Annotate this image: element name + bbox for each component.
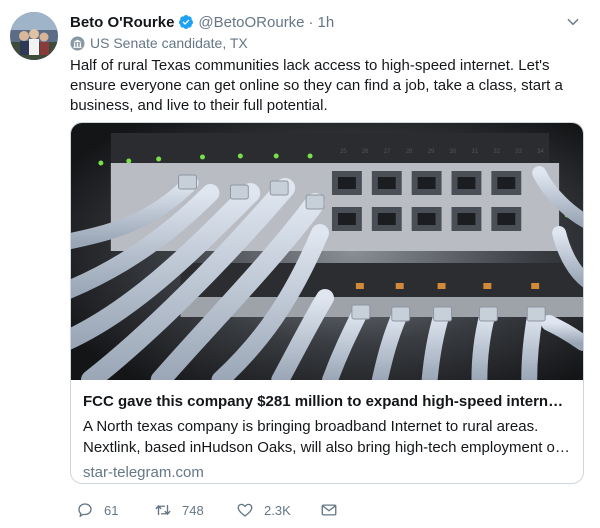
account-label: US Senate candidate, TX — [70, 34, 248, 52]
reply-icon — [78, 503, 92, 518]
card-title[interactable]: FCC gave this company $281 million to ex… — [83, 392, 571, 412]
port-number: 26 — [362, 149, 369, 155]
tweet-header: Beto O'Rourke @BetoORourke · 1h — [70, 11, 580, 33]
port-number: 32 — [493, 149, 500, 155]
card-description: A North texas company is bringing broadb… — [83, 416, 571, 458]
port-number: 29 — [428, 149, 435, 155]
tweet-actions: 61 748 2.3K — [76, 500, 338, 520]
card-image: 25 26 27 28 29 30 31 32 33 34 — [71, 123, 583, 380]
government-building-icon — [70, 35, 85, 51]
chevron-down-icon[interactable] — [566, 15, 580, 29]
port-number: 30 — [450, 149, 457, 155]
card-description-line: Nextlink, based inHudson Oaks, will also… — [83, 439, 571, 456]
card-domain: star-telegram.com — [83, 464, 204, 481]
port-number: 34 — [537, 149, 544, 155]
tweet-text: Half of rural Texas communities lack acc… — [70, 57, 563, 114]
separator-dot: · — [308, 13, 314, 31]
author-handle[interactable]: @BetoORourke — [198, 14, 304, 31]
like-count: 2.3K — [264, 502, 291, 518]
verified-badge-icon — [179, 15, 194, 29]
link-card[interactable]: 25 26 27 28 29 30 31 32 33 34 FCC gave t… — [70, 122, 584, 484]
card-description-line: A North texas company is bringing broadb… — [83, 418, 539, 435]
reply-button[interactable]: 61 — [76, 501, 154, 519]
reply-count: 61 — [104, 502, 119, 518]
port-number: 25 — [340, 149, 347, 155]
account-label-text: US Senate candidate, TX — [90, 35, 248, 51]
like-button[interactable]: 2.3K — [236, 501, 320, 519]
author-name[interactable]: Beto O'Rourke — [70, 14, 174, 31]
tweet-timestamp[interactable]: 1h — [318, 14, 335, 31]
like-icon — [237, 503, 253, 517]
direct-message-button[interactable] — [320, 501, 338, 519]
retweet-button[interactable]: 748 — [154, 501, 236, 519]
port-number: 31 — [471, 149, 478, 155]
port-number: 28 — [406, 149, 413, 155]
author-avatar[interactable] — [10, 12, 58, 60]
port-number: 27 — [384, 149, 391, 155]
direct-message-icon — [321, 504, 337, 516]
retweet-icon — [155, 504, 171, 516]
retweet-count: 748 — [182, 502, 204, 518]
port-number: 33 — [515, 149, 522, 155]
